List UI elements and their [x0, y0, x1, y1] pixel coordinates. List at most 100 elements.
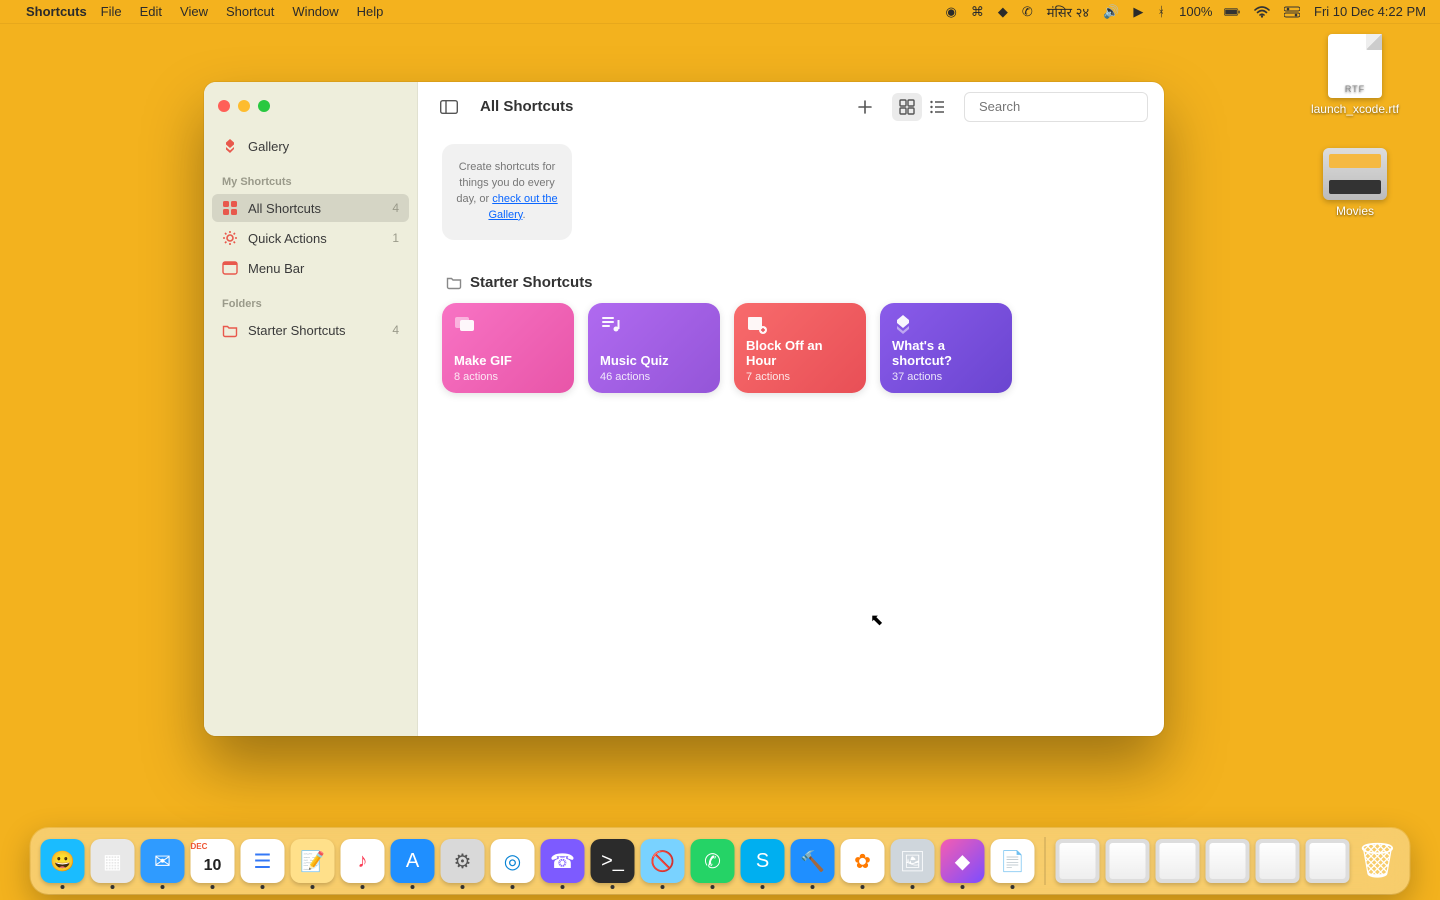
sidebar-item-count: 4	[392, 323, 399, 337]
new-shortcut-button[interactable]	[850, 93, 880, 121]
sidebar-quick-actions[interactable]: Quick Actions 1	[212, 224, 409, 252]
view-mode-segment	[892, 93, 952, 121]
sidebar-item-label: Quick Actions	[248, 231, 327, 246]
zoom-button[interactable]	[258, 100, 270, 112]
dock-app-finder[interactable]: 😀	[41, 839, 85, 883]
shortcut-card-music-quiz[interactable]: Music Quiz 46 actions	[588, 303, 720, 393]
status-viber-icon[interactable]: ✆	[1022, 4, 1033, 20]
dock-app-viber[interactable]: ☎	[541, 839, 585, 883]
dock-trash[interactable]: 🗑	[1356, 839, 1400, 883]
sidebar-item-label: All Shortcuts	[248, 201, 321, 216]
gear-icon	[222, 230, 238, 246]
shortcuts-window: Gallery My Shortcuts All Shortcuts 4 Qui…	[204, 82, 1164, 736]
status-bluetooth-icon[interactable]: ᚼ	[1157, 4, 1165, 19]
dock-app-reminders[interactable]: ☰	[241, 839, 285, 883]
dock-minimized-window[interactable]	[1106, 839, 1150, 883]
app-name[interactable]: Shortcuts	[26, 4, 87, 19]
sidebar-item-label: Starter Shortcuts	[248, 323, 346, 338]
dock-app-settings[interactable]: ⚙	[441, 839, 485, 883]
dock-app-calendar[interactable]: 10DEC	[191, 839, 235, 883]
content-area: Create shortcuts for things you do every…	[418, 132, 1164, 736]
sidebar-starter-folder[interactable]: Starter Shortcuts 4	[212, 316, 409, 344]
dock-app-textedit[interactable]: 📄	[991, 839, 1035, 883]
dock-app-launchpad[interactable]: ▦	[91, 839, 135, 883]
sidebar-all-shortcuts[interactable]: All Shortcuts 4	[212, 194, 409, 222]
sidebar-menu-bar[interactable]: Menu Bar	[212, 254, 409, 282]
dock-app-notes[interactable]: 📝	[291, 839, 335, 883]
hint-card: Create shortcuts for things you do every…	[442, 144, 572, 240]
dock-app-app1[interactable]: 🚫	[641, 839, 685, 883]
dock-minimized-window[interactable]	[1206, 839, 1250, 883]
shortcut-card-block-hour[interactable]: Block Off an Hour 7 actions	[734, 303, 866, 393]
dock-minimized-window[interactable]	[1306, 839, 1350, 883]
status-controlcenter-icon[interactable]	[1284, 4, 1300, 20]
card-subtitle: 8 actions	[454, 371, 562, 383]
status-shield-icon[interactable]: ◆	[998, 4, 1008, 20]
dock-app-xcode[interactable]: 🔨	[791, 839, 835, 883]
view-list-button[interactable]	[922, 93, 952, 121]
status-volume-icon[interactable]: 🔊	[1103, 4, 1119, 20]
menu-help[interactable]: Help	[357, 4, 384, 19]
dock-app-photos[interactable]: ✿	[841, 839, 885, 883]
dock-app-skype[interactable]: S	[741, 839, 785, 883]
section-header: Starter Shortcuts	[446, 274, 1140, 291]
shortcuts-icon	[892, 313, 914, 335]
status-clock[interactable]: Fri 10 Dec 4:22 PM	[1314, 4, 1426, 19]
folder-icon	[1323, 148, 1387, 200]
dock-app-shortcuts[interactable]: ◆	[941, 839, 985, 883]
menu-edit[interactable]: Edit	[140, 4, 162, 19]
card-title: Music Quiz	[600, 353, 708, 369]
dock-app-mail[interactable]: ✉	[141, 839, 185, 883]
dock-minimized-window[interactable]	[1256, 839, 1300, 883]
desktop-folder-movies[interactable]: Movies	[1310, 148, 1400, 218]
window-controls	[212, 96, 409, 130]
sidebar-item-count: 1	[392, 231, 399, 245]
dock-app-edge[interactable]: ◎	[491, 839, 535, 883]
menu-file[interactable]: File	[101, 4, 122, 19]
desktop-file-rtf[interactable]: launch_xcode.rtf	[1310, 34, 1400, 116]
dock: 😀▦✉10DEC☰📝♪A⚙◎☎>_🚫✆S🔨✿🖼◆📄 🗑	[31, 828, 1410, 894]
status-battery[interactable]: 100%	[1179, 4, 1240, 20]
dock-app-music[interactable]: ♪	[341, 839, 385, 883]
menu-shortcut[interactable]: Shortcut	[226, 4, 274, 19]
folder-icon	[222, 322, 238, 338]
sidebar-head-folders: Folders	[212, 284, 409, 314]
shortcut-card-make-gif[interactable]: Make GIF 8 actions	[442, 303, 574, 393]
card-subtitle: 7 actions	[746, 371, 854, 383]
view-grid-button[interactable]	[892, 93, 922, 121]
toolbar: All Shortcuts	[418, 82, 1164, 132]
hint-gallery-link[interactable]: check out the Gallery	[488, 193, 557, 221]
status-stop-icon[interactable]: ◉	[945, 4, 956, 20]
card-subtitle: 46 actions	[600, 371, 708, 383]
sidebar-gallery-label: Gallery	[248, 139, 289, 154]
section-title: Starter Shortcuts	[470, 274, 593, 291]
search-field[interactable]	[964, 92, 1148, 122]
dock-app-terminal[interactable]: >_	[591, 839, 635, 883]
sidebar-head-myshortcuts: My Shortcuts	[212, 162, 409, 192]
sidebar-item-label: Menu Bar	[248, 261, 304, 276]
menu-view[interactable]: View	[180, 4, 208, 19]
toggle-sidebar-button[interactable]	[434, 93, 464, 121]
dock-app-preview[interactable]: 🖼	[891, 839, 935, 883]
dock-app-appstore[interactable]: A	[391, 839, 435, 883]
close-button[interactable]	[218, 100, 230, 112]
dock-app-whatsapp[interactable]: ✆	[691, 839, 735, 883]
sidebar-gallery[interactable]: Gallery	[212, 132, 409, 160]
dock-minimized-window[interactable]	[1056, 839, 1100, 883]
status-tray-icon[interactable]: ⌘	[971, 4, 984, 20]
status-nowplaying-icon[interactable]: ▶	[1133, 4, 1143, 20]
card-title: What's a shortcut?	[892, 338, 1000, 369]
minimize-button[interactable]	[238, 100, 250, 112]
sidebar-item-count: 4	[392, 201, 399, 215]
dock-minimized-window[interactable]	[1156, 839, 1200, 883]
photos-icon	[454, 313, 476, 335]
status-locale[interactable]: मंसिर २४	[1047, 3, 1089, 21]
status-wifi-icon[interactable]	[1254, 4, 1270, 20]
music-list-icon	[600, 313, 622, 335]
search-input[interactable]	[979, 99, 1155, 114]
card-subtitle: 37 actions	[892, 371, 1000, 383]
menu-window[interactable]: Window	[292, 4, 338, 19]
desktop-file-label: launch_xcode.rtf	[1310, 102, 1400, 116]
shortcut-card-whats-a-shortcut[interactable]: What's a shortcut? 37 actions	[880, 303, 1012, 393]
battery-icon	[1224, 4, 1240, 20]
